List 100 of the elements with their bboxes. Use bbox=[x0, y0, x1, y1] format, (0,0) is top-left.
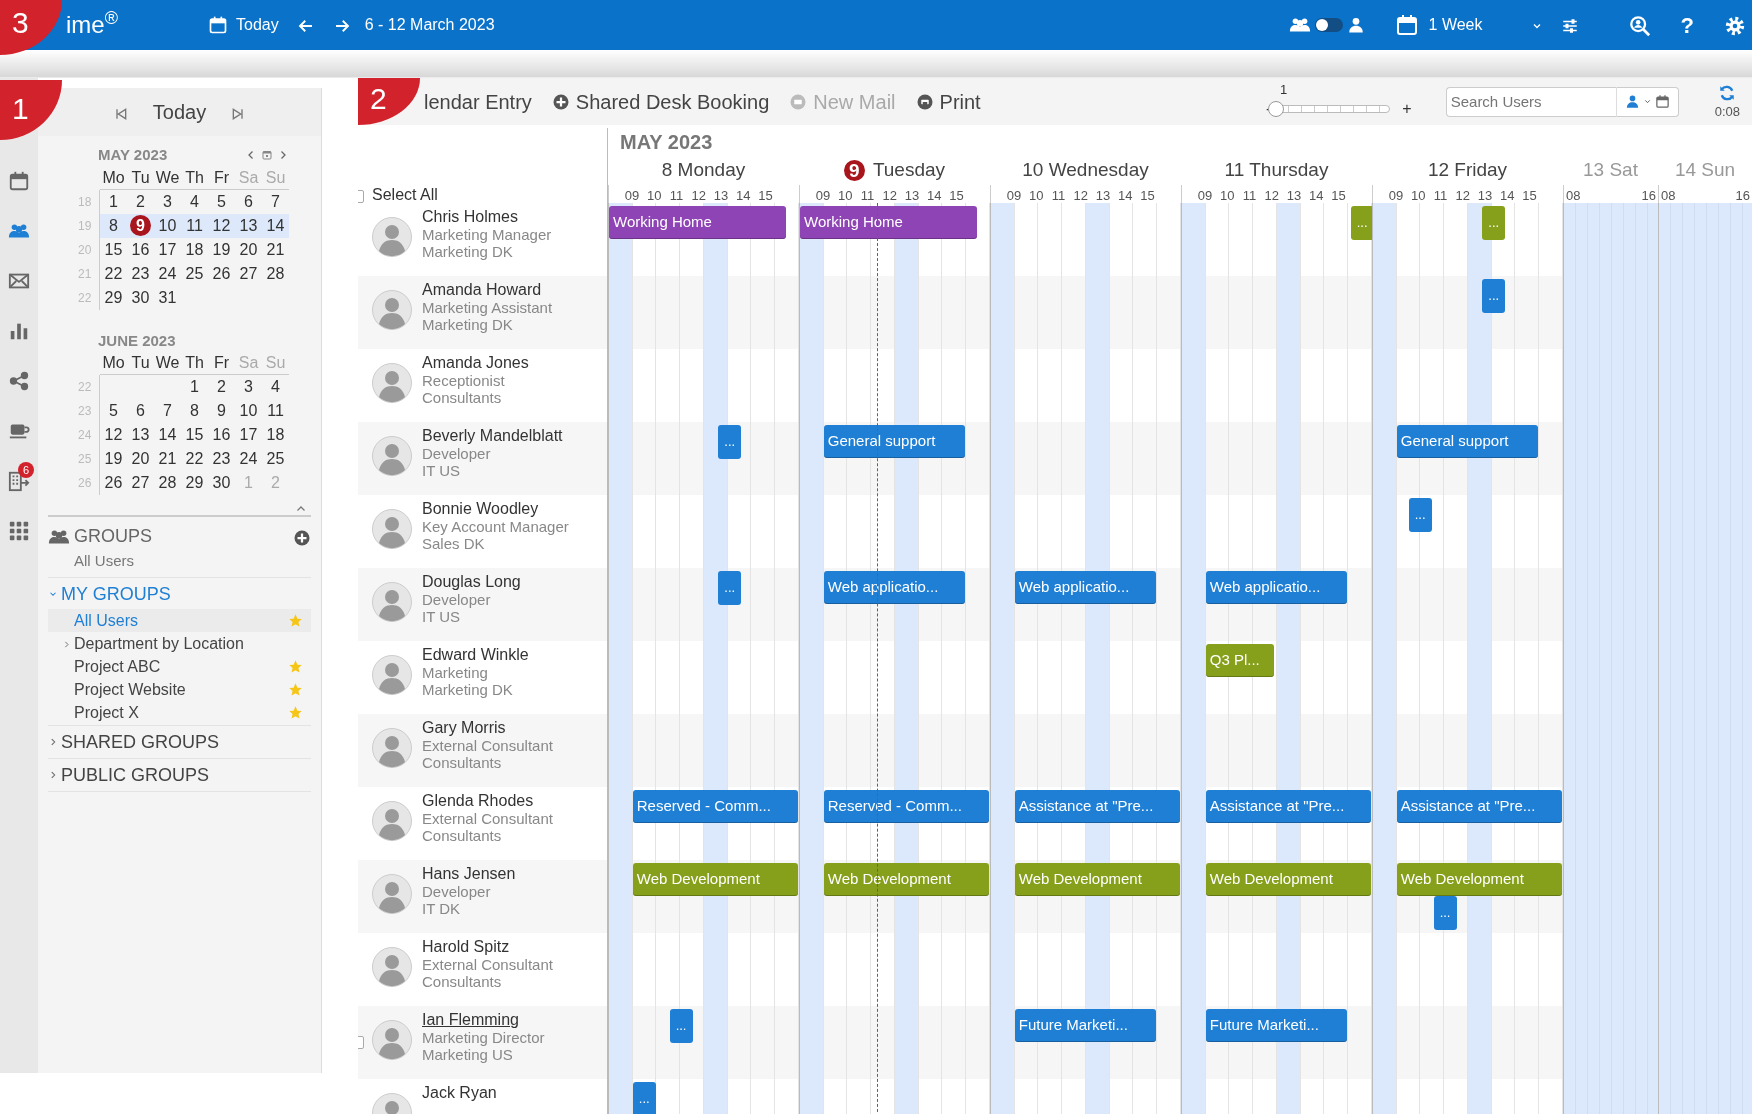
event-bar[interactable]: Web applicatio... bbox=[1205, 571, 1348, 604]
calendar-day[interactable]: 13 bbox=[235, 213, 262, 238]
calendar-day[interactable]: 13 bbox=[127, 423, 154, 447]
user-name[interactable]: Jack Ryan bbox=[422, 1084, 497, 1102]
user-name[interactable]: Douglas Long bbox=[422, 573, 521, 591]
more-events-button[interactable]: ... bbox=[669, 1009, 693, 1043]
toolbar-button[interactable]: lendar Entry bbox=[424, 86, 532, 117]
more-events-button[interactable]: ... bbox=[632, 1082, 656, 1114]
calendar-day[interactable]: 5 bbox=[208, 189, 235, 214]
calendar-day[interactable]: 3 bbox=[235, 375, 262, 399]
user-filter-button[interactable] bbox=[1615, 86, 1679, 117]
add-icon[interactable] bbox=[293, 528, 311, 547]
calendar-day[interactable]: 8 bbox=[181, 399, 208, 423]
view-toggle[interactable] bbox=[1314, 18, 1343, 32]
event-bar[interactable]: Future Marketi... bbox=[1014, 1009, 1157, 1042]
view-select[interactable]: 1 Week bbox=[1390, 11, 1547, 39]
calendar-day[interactable]: 12 bbox=[208, 213, 235, 238]
user-name[interactable]: Amanda Jones bbox=[422, 354, 529, 372]
calendar-day[interactable]: 22 bbox=[100, 261, 127, 286]
calendar-day[interactable]: 1 bbox=[100, 189, 127, 214]
calendar-day[interactable]: 19 bbox=[100, 447, 127, 471]
search-field[interactable]: Search Users bbox=[1445, 86, 1616, 117]
calendar-day[interactable]: 3 bbox=[154, 189, 181, 214]
today-button[interactable]: Today bbox=[204, 11, 283, 39]
user-name[interactable]: Hans Jensen bbox=[422, 865, 516, 883]
group-item[interactable]: Project Website bbox=[48, 677, 311, 701]
calendar-day[interactable]: 14 bbox=[262, 213, 289, 238]
person-icon[interactable] bbox=[1346, 16, 1365, 34]
calendar-day[interactable]: 24 bbox=[235, 447, 262, 471]
more-events-button[interactable]: ... bbox=[718, 425, 742, 459]
more-events-button[interactable]: ... bbox=[1408, 498, 1432, 532]
calendar-day[interactable]: 6 bbox=[235, 189, 262, 214]
toolbar-button[interactable]: Shared Desk Booking bbox=[551, 86, 770, 117]
calendar-day[interactable]: 21 bbox=[154, 447, 181, 471]
calendar-day[interactable]: 7 bbox=[154, 399, 181, 423]
event-bar[interactable]: Web applicatio... bbox=[823, 571, 966, 604]
group-item[interactable]: All Users bbox=[48, 608, 311, 632]
calendar-day[interactable]: 15 bbox=[181, 423, 208, 447]
user-name[interactable]: Ian Flemming bbox=[422, 1011, 545, 1029]
calendar-day[interactable]: 17 bbox=[154, 237, 181, 262]
calendar-day[interactable]: 8 bbox=[100, 213, 127, 238]
calendar-day[interactable]: 20 bbox=[235, 237, 262, 262]
more-events-button[interactable]: ... bbox=[1433, 896, 1457, 930]
calendar-day[interactable]: 9 bbox=[208, 399, 235, 423]
calendar-day[interactable]: 17 bbox=[235, 423, 262, 447]
calendar-day[interactable]: 18 bbox=[262, 423, 289, 447]
event-bar[interactable]: Future Marketi... bbox=[1205, 1009, 1348, 1042]
calendar-day[interactable]: 27 bbox=[127, 471, 154, 495]
event-bar[interactable]: Assistance at "Pre... bbox=[1014, 790, 1180, 823]
user-name[interactable]: Glenda Rhodes bbox=[422, 792, 553, 810]
event-bar[interactable]: Reserved - Comm... bbox=[632, 790, 798, 823]
user-name[interactable]: Harold Spitz bbox=[422, 938, 553, 956]
rail-button[interactable]: 6 bbox=[0, 456, 38, 506]
calendar-day[interactable]: 9 bbox=[127, 213, 154, 238]
calendar-day[interactable]: 23 bbox=[127, 261, 154, 286]
calendar-day[interactable]: 26 bbox=[208, 261, 235, 286]
event-bar[interactable]: General support bbox=[823, 425, 966, 458]
event-bar[interactable]: Working Home bbox=[609, 206, 787, 239]
calendar-day[interactable]: 11 bbox=[262, 399, 289, 423]
calendar-day[interactable]: 20 bbox=[127, 447, 154, 471]
calendar-day[interactable]: 16 bbox=[208, 423, 235, 447]
calendar-day[interactable]: 1 bbox=[181, 375, 208, 399]
more-events-button[interactable]: ... bbox=[718, 571, 742, 605]
calendar-day[interactable]: 10 bbox=[235, 399, 262, 423]
user-name[interactable]: Gary Morris bbox=[422, 719, 553, 737]
calendar-day[interactable]: 18 bbox=[181, 237, 208, 262]
event-bar[interactable]: Assistance at "Pre... bbox=[1396, 790, 1562, 823]
calendar-day[interactable]: 4 bbox=[181, 189, 208, 214]
today-button[interactable]: Today bbox=[152, 97, 207, 127]
toolbar-button[interactable]: Print bbox=[915, 86, 981, 117]
more-events-button[interactable]: ... bbox=[1482, 279, 1506, 313]
calendar-day[interactable]: 23 bbox=[208, 447, 235, 471]
calendar-day[interactable]: 12 bbox=[100, 423, 127, 447]
calendar-day[interactable]: 29 bbox=[100, 285, 127, 310]
calendar-day[interactable]: 14 bbox=[154, 423, 181, 447]
calendar-day[interactable]: 21 bbox=[262, 237, 289, 262]
calendar-day[interactable]: 30 bbox=[208, 471, 235, 495]
event-bar[interactable]: Reserved - Comm... bbox=[823, 790, 989, 823]
calendar-day[interactable]: 28 bbox=[262, 261, 289, 286]
calendar-day[interactable]: 30 bbox=[127, 285, 154, 310]
group-section[interactable]: MY GROUPS bbox=[48, 579, 171, 609]
calendar-day[interactable]: 4 bbox=[262, 375, 289, 399]
user-name[interactable]: Amanda Howard bbox=[422, 281, 553, 299]
user-name[interactable]: Beverly Mandelblatt bbox=[422, 427, 563, 445]
calendar-day[interactable]: 10 bbox=[154, 213, 181, 238]
calendar-day[interactable]: 7 bbox=[262, 189, 289, 214]
user-name[interactable]: Chris Holmes bbox=[422, 208, 552, 226]
calendar-day[interactable]: 15 bbox=[100, 237, 127, 262]
event-bar[interactable]: General support bbox=[1396, 425, 1539, 458]
group-item[interactable]: Project X bbox=[48, 700, 311, 724]
group-section[interactable]: PUBLIC GROUPS bbox=[48, 760, 210, 790]
calendar-day[interactable]: 24 bbox=[154, 261, 181, 286]
calendar-day[interactable]: 22 bbox=[181, 447, 208, 471]
user-name[interactable]: Bonnie Woodley bbox=[422, 500, 569, 518]
calendar-day[interactable]: 29 bbox=[181, 471, 208, 495]
calendar-icon[interactable] bbox=[261, 149, 273, 162]
calendar-day[interactable]: 27 bbox=[235, 261, 262, 286]
calendar-day[interactable]: 6 bbox=[127, 399, 154, 423]
group-section[interactable]: SHARED GROUPS bbox=[48, 727, 220, 757]
calendar-day[interactable]: 25 bbox=[181, 261, 208, 286]
